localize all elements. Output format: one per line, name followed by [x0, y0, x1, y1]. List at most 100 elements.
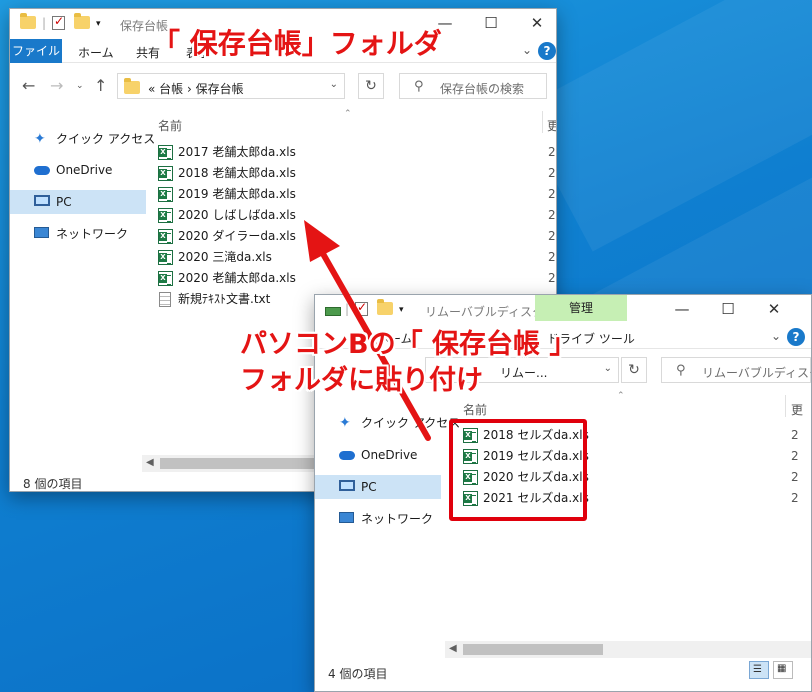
file-row[interactable]: 2020 老舗太郎da.xls: [158, 268, 398, 289]
sidebar-item-label: PC: [56, 195, 72, 209]
excel-file-icon: [158, 208, 173, 223]
search-icon: ⚲: [414, 79, 424, 94]
recent-dropdown-icon[interactable]: ⌄: [76, 81, 84, 91]
scrollbar-thumb[interactable]: [463, 644, 603, 655]
maximize-button[interactable]: ☐: [468, 9, 514, 39]
tab-manage[interactable]: 管理: [535, 295, 627, 321]
back-arrow-icon[interactable]: ←: [22, 76, 35, 95]
expand-ribbon-icon[interactable]: ⌄: [522, 43, 532, 57]
address-dropdown-icon[interactable]: ⌄: [330, 79, 338, 90]
maximize-button[interactable]: ☐: [705, 295, 751, 325]
file-name: 2020 老舗太郎da.xls: [178, 271, 296, 285]
file-row[interactable]: 2020 三滝da.xls: [158, 247, 398, 268]
sidebar-item-label: クイック アクセス: [56, 132, 156, 146]
tab-file[interactable]: ファイル: [10, 39, 62, 63]
sidebar-item-onedrive[interactable]: OneDrive: [10, 158, 146, 182]
text-file-icon: [159, 292, 171, 307]
file-date: 20: [548, 229, 556, 243]
file-name: 新規ﾃｷｽﾄ文書.txt: [178, 292, 271, 306]
cloud-icon: [34, 166, 50, 175]
details-view-button[interactable]: ☰: [749, 661, 769, 679]
column-header-name[interactable]: 名前: [463, 401, 487, 418]
sidebar-item-quick-access[interactable]: ✦ クイック アクセス: [10, 127, 155, 151]
new-folder-icon[interactable]: [74, 13, 90, 32]
file-name: 2020 しばしばda.xls: [178, 208, 296, 222]
navigation-bar: ← → ⌄ ↑ « 台帳 › 保存台帳 ⌄ ↻ ⚲ 保存台帳の検索: [10, 69, 556, 103]
annotation-top-caption: 「 保存台帳」フォルダ: [152, 27, 442, 60]
sidebar-item-network[interactable]: ネットワーク: [10, 222, 146, 246]
file-date: 20: [548, 166, 556, 180]
sidebar-item-quick-access[interactable]: ✦ クイック アクセス: [315, 411, 460, 435]
sidebar-item-label: OneDrive: [56, 163, 113, 177]
column-divider: [542, 111, 543, 133]
title-bar[interactable]: | ▾ リムーバブルディスク (¥... 管理 — ☐ ✕: [315, 295, 811, 325]
excel-file-icon: [158, 187, 173, 202]
file-name: 2019 老舗太郎da.xls: [178, 187, 296, 201]
properties-icon[interactable]: [355, 300, 368, 318]
customize-qa-icon[interactable]: ▾: [96, 19, 101, 35]
pc-icon: [34, 195, 50, 206]
address-path: リムー...: [500, 366, 548, 380]
sidebar-item-pc[interactable]: PC: [10, 190, 146, 214]
search-placeholder: リムーバブルディスク: [702, 366, 812, 380]
sidebar-item-label: クイック アクセス: [361, 416, 461, 430]
search-input[interactable]: ⚲ リムーバブルディスク: [661, 357, 811, 383]
column-header-date[interactable]: 更: [547, 117, 556, 134]
annotation-paste-line2: フォルダに貼り付け: [240, 365, 483, 396]
address-path: « 台帳 › 保存台帳: [148, 82, 244, 96]
sidebar-item-label: ネットワーク: [56, 227, 129, 241]
search-input[interactable]: ⚲ 保存台帳の検索: [399, 73, 547, 99]
file-name: 2017 老舗太郎da.xls: [178, 145, 296, 159]
close-button[interactable]: ✕: [751, 295, 797, 325]
search-icon: ⚲: [676, 363, 686, 378]
file-row[interactable]: 2020 しばしばda.xls: [158, 205, 398, 226]
file-row[interactable]: 2017 老舗太郎da.xls: [158, 142, 398, 163]
file-date: 20: [548, 145, 556, 159]
status-item-count: 4 個の項目: [328, 667, 388, 681]
refresh-button[interactable]: ↻: [358, 73, 384, 99]
expand-ribbon-icon[interactable]: ⌄: [771, 329, 781, 343]
close-button[interactable]: ✕: [514, 9, 556, 39]
file-name: 2020 三滝da.xls: [178, 250, 272, 264]
horizontal-scrollbar[interactable]: ◀: [445, 641, 811, 658]
address-bar[interactable]: « 台帳 › 保存台帳 ⌄: [117, 73, 345, 99]
file-date: 20: [548, 271, 556, 285]
minimize-button[interactable]: —: [659, 295, 705, 325]
file-row[interactable]: 2019 老舗太郎da.xls: [158, 184, 398, 205]
file-row[interactable]: 2020 ダイラーda.xls: [158, 226, 398, 247]
file-date: 2: [791, 491, 799, 505]
tab-home[interactable]: ホーム: [78, 44, 114, 61]
excel-file-icon: [158, 250, 173, 265]
properties-icon[interactable]: [52, 14, 65, 32]
scroll-left-icon[interactable]: ◀: [449, 643, 457, 654]
navigation-pane: ✦ クイック アクセス OneDrive PC ネットワーク: [10, 103, 155, 473]
column-header-date[interactable]: 更: [791, 401, 803, 418]
column-divider: [785, 395, 786, 417]
sidebar-item-label: PC: [361, 480, 377, 494]
customize-qa-icon[interactable]: ▾: [399, 305, 404, 321]
new-folder-icon[interactable]: [377, 299, 393, 318]
separator: |: [42, 16, 47, 30]
network-icon: [34, 227, 49, 238]
annotation-paste-line1: パソコンBの「 保存台帳 」: [240, 329, 577, 360]
file-date: 2: [791, 449, 799, 463]
forward-arrow-icon[interactable]: →: [50, 76, 63, 95]
file-date: 20: [548, 208, 556, 222]
scroll-left-icon[interactable]: ◀: [146, 457, 154, 468]
up-arrow-icon[interactable]: ↑: [94, 76, 107, 95]
sidebar-item-network[interactable]: ネットワーク: [315, 507, 451, 531]
help-icon[interactable]: ?: [538, 42, 556, 60]
file-row[interactable]: 2018 老舗太郎da.xls: [158, 163, 398, 184]
excel-file-icon: [158, 229, 173, 244]
address-dropdown-icon[interactable]: ⌄: [604, 363, 612, 374]
status-item-count: 8 個の項目: [23, 477, 83, 491]
refresh-button[interactable]: ↻: [621, 357, 647, 383]
file-date: 2: [791, 428, 799, 442]
sidebar-item-onedrive[interactable]: OneDrive: [315, 443, 451, 467]
network-icon: [339, 512, 354, 523]
column-header-name[interactable]: 名前: [158, 117, 182, 134]
help-icon[interactable]: ?: [787, 328, 805, 346]
sidebar-item-pc[interactable]: PC: [315, 475, 441, 499]
large-icons-view-button[interactable]: ▦: [773, 661, 793, 679]
pc-icon: [339, 480, 355, 491]
